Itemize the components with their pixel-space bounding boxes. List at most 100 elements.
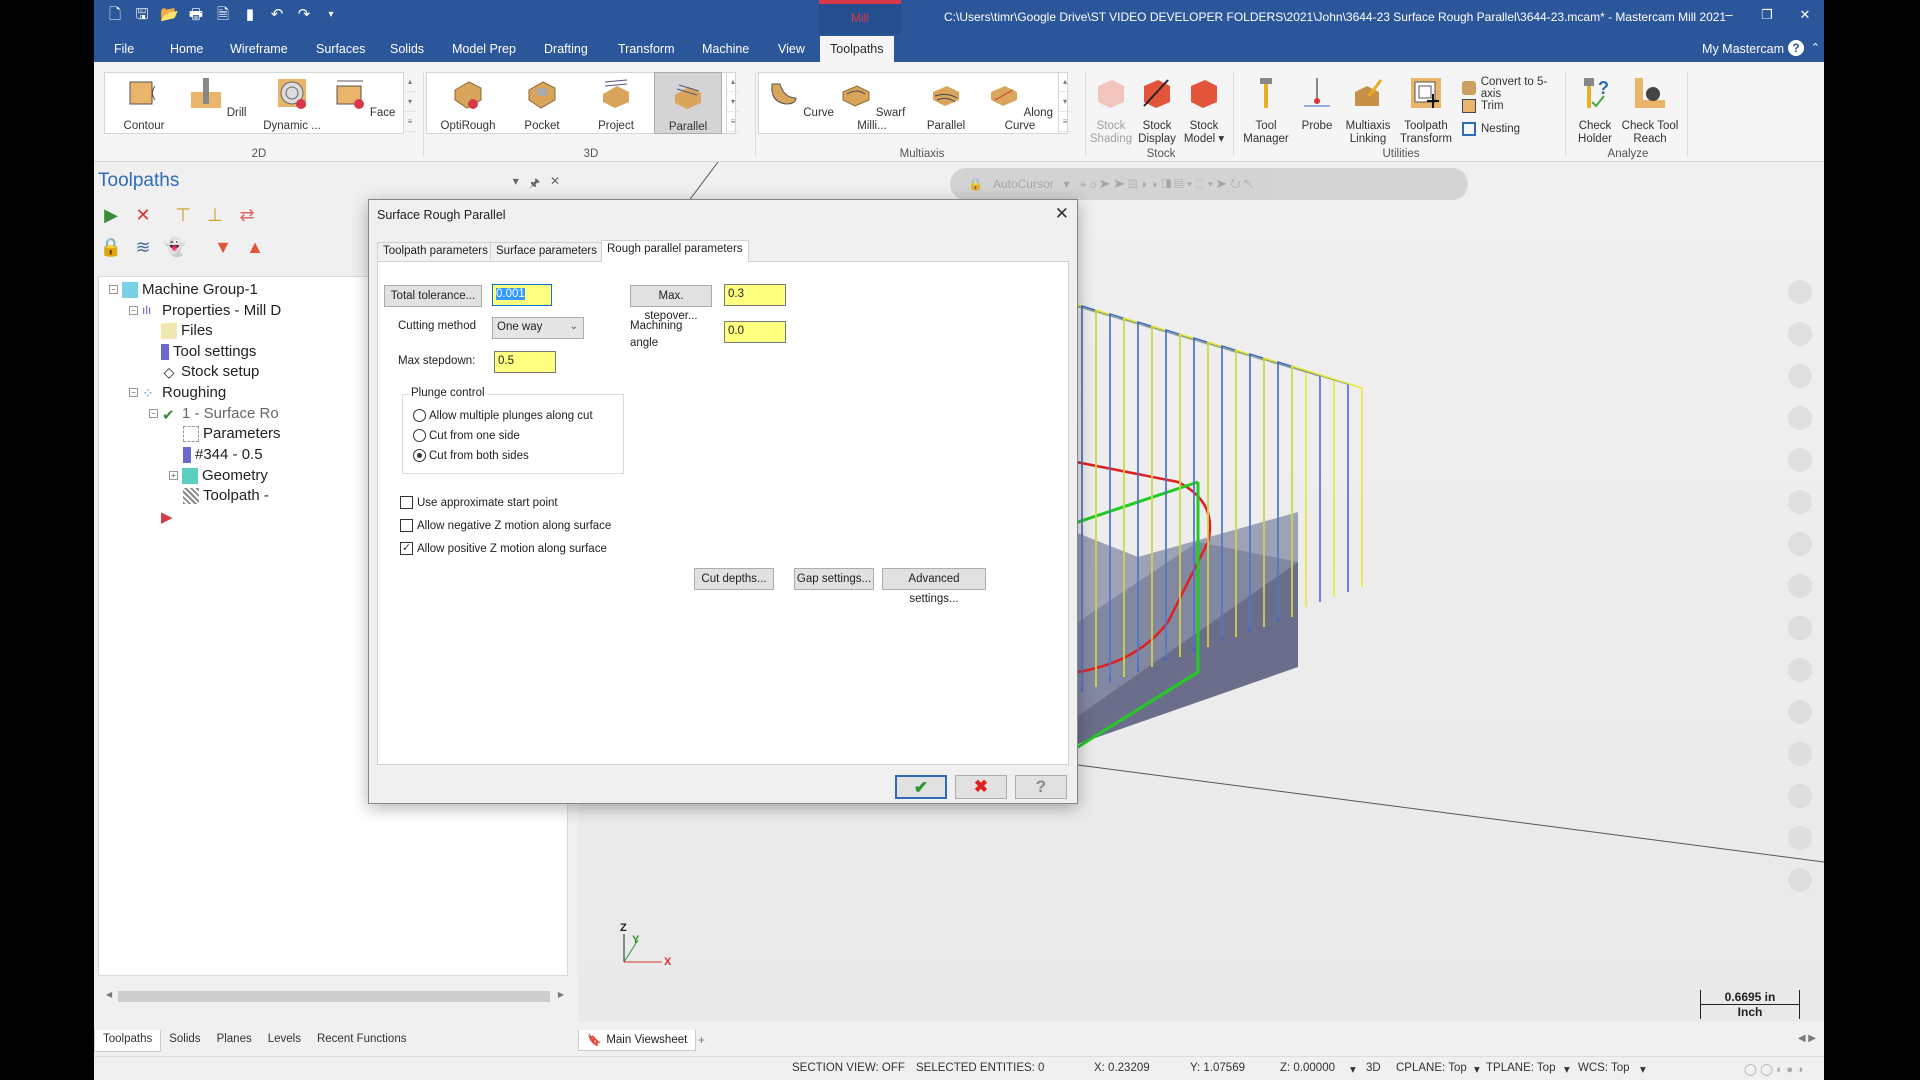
chevron-down-icon[interactable]: ▾	[1564, 1062, 1570, 1076]
contour-button[interactable]: Contour	[110, 74, 178, 133]
autocursor-dropdown[interactable]: AutoCursor	[993, 177, 1054, 191]
expand-icon[interactable]: +	[169, 471, 178, 480]
parallel-multiaxis-button[interactable]: Parallel	[912, 74, 980, 133]
layers-icon[interactable]	[1788, 742, 1812, 766]
panel-close-icon[interactable]: ✕	[550, 174, 560, 195]
manager-tab-toolpaths[interactable]: Toolpaths	[94, 1030, 162, 1052]
viewsheet-scroll-arrows[interactable]: ◀ ▶	[1798, 1033, 1816, 1044]
tree-node-machine-group[interactable]: − Machine Group-1	[109, 281, 258, 298]
customize-icon[interactable]: ▾	[322, 6, 340, 24]
radio-button[interactable]	[413, 409, 426, 422]
section-icon[interactable]	[1788, 658, 1812, 682]
zoom-in-icon[interactable]	[1788, 280, 1812, 304]
restore-button[interactable]: ❐	[1748, 0, 1786, 34]
help-icon[interactable]: ?	[1788, 40, 1804, 56]
minimize-button[interactable]: –	[1710, 0, 1748, 34]
tab-rough-parallel-parameters[interactable]: Rough parallel parameters	[601, 240, 749, 262]
redo-icon[interactable]: ↷	[295, 6, 313, 24]
tab-toolpaths[interactable]: Toolpaths	[820, 36, 894, 62]
cancel-button[interactable]: ✖	[955, 775, 1007, 799]
save-as-icon[interactable]: 🗎	[214, 6, 232, 24]
wire-icon[interactable]	[1788, 616, 1812, 640]
save-icon[interactable]: 🖫	[133, 6, 151, 24]
display-mode-icons[interactable]: ◯ ◯ ◐ ● ◑	[1744, 1062, 1803, 1076]
pin-icon[interactable]: 🖈	[529, 174, 540, 195]
manager-tab-levels[interactable]: Levels	[260, 1030, 309, 1052]
max-stepover-button[interactable]: Max. stepover...	[630, 285, 712, 322]
print-icon[interactable]: 🖶	[187, 6, 205, 24]
lock-icon[interactable]: 🔒	[98, 234, 124, 260]
add-viewsheet-button[interactable]: +	[698, 1033, 705, 1047]
radio-allow-multiple-plunges[interactable]: Allow multiple plunges along cut	[413, 409, 593, 422]
rotate-icon[interactable]	[1788, 364, 1812, 388]
tab-view[interactable]: View	[778, 42, 805, 56]
checkbox-negative-z-motion[interactable]: Allow negative Z motion along surface	[400, 519, 611, 532]
max-stepdown-input[interactable]: 0.5	[494, 351, 556, 373]
close-button[interactable]: ✕	[1786, 0, 1824, 34]
pan-icon[interactable]	[1788, 406, 1812, 430]
tree-node-tool-settings[interactable]: Tool settings	[161, 343, 256, 360]
tab-surfaces[interactable]: Surfaces	[316, 42, 365, 56]
tab-file[interactable]: File	[114, 42, 134, 56]
mode-3d-toggle[interactable]: 3D	[1366, 1062, 1381, 1074]
cut-depths-button[interactable]: Cut depths...	[694, 568, 774, 590]
along-curve-button[interactable]: Along Curve	[986, 74, 1054, 133]
tool-manager-button[interactable]: Tool Manager	[1238, 74, 1294, 146]
gallery-multiaxis-scroll[interactable]: ▴ ▾ ≡	[1058, 72, 1071, 134]
checkbox-checked[interactable]: ✓	[400, 542, 413, 555]
drill-button[interactable]: Drill	[184, 74, 252, 120]
gallery-2d-scroll[interactable]: ▴ ▾ ≡	[403, 72, 416, 134]
tree-node-geometry[interactable]: + Geometry	[169, 467, 268, 484]
total-tolerance-input[interactable]: 0.001	[492, 284, 552, 306]
manager-tab-solids[interactable]: Solids	[161, 1030, 208, 1052]
trim-button[interactable]: Trim	[1462, 99, 1504, 113]
nesting-button[interactable]: Nesting	[1462, 122, 1520, 136]
undo-icon[interactable]: ↶	[268, 6, 286, 24]
merge-icon[interactable]: ▮	[241, 6, 259, 24]
wcs-dropdown[interactable]: WCS: Top	[1578, 1062, 1630, 1074]
cutting-method-select[interactable]: One way ⌄	[492, 317, 584, 339]
toolpath-transform-button[interactable]: Toolpath Transform	[1396, 74, 1456, 146]
move-up-icon[interactable]: ▲	[242, 234, 268, 260]
checkbox[interactable]	[400, 496, 413, 509]
pocket-button[interactable]: Pocket	[508, 74, 576, 133]
scroll-thumb[interactable]	[118, 991, 550, 1002]
shade-icon[interactable]	[1788, 574, 1812, 598]
analyze-icon[interactable]	[1788, 532, 1812, 556]
ghost-icon[interactable]: 👻	[162, 234, 188, 260]
tree-horizontal-scrollbar[interactable]: ◀ ▶	[104, 988, 566, 1005]
manager-tab-planes[interactable]: Planes	[209, 1030, 260, 1052]
tree-node-roughing[interactable]: − ⁘ Roughing	[129, 384, 226, 401]
max-stepover-input[interactable]: 0.3	[724, 284, 786, 306]
light-icon[interactable]	[1788, 826, 1812, 850]
collapse-ribbon-icon[interactable]: ⌃	[1811, 41, 1820, 54]
tree-node-files[interactable]: Files	[161, 322, 213, 339]
hide-icon[interactable]	[1788, 700, 1812, 724]
stock-display-button[interactable]: Stock Display	[1134, 74, 1180, 146]
check-holder-button[interactable]: ? Check Holder	[1570, 74, 1620, 146]
swarf-milling-button[interactable]: Swarf Milli...	[838, 74, 906, 133]
toggle-display-icon[interactable]: ≋	[130, 234, 156, 260]
tree-node-properties[interactable]: − ılı Properties - Mill D	[129, 302, 281, 319]
viewsheet-tab-main[interactable]: 🔖 Main Viewsheet	[578, 1030, 697, 1051]
radio-cut-from-both-sides[interactable]: Cut from both sides	[413, 449, 529, 462]
tab-surface-parameters[interactable]: Surface parameters	[490, 242, 603, 260]
chevron-down-icon[interactable]: ▾	[1640, 1062, 1646, 1076]
checkbox-positive-z-motion[interactable]: ✓ Allow positive Z motion along surface	[400, 542, 607, 555]
lock-selection-icon[interactable]: 🔒	[968, 177, 983, 191]
tab-home[interactable]: Home	[170, 42, 203, 56]
chevron-down-icon[interactable]: ▾	[1350, 1062, 1356, 1076]
panel-menu-icon[interactable]: ▾	[513, 174, 519, 195]
tab-transform[interactable]: Transform	[618, 42, 675, 56]
multiaxis-linking-button[interactable]: Multiaxis Linking	[1340, 74, 1396, 146]
check-tool-reach-button[interactable]: Check Tool Reach	[1620, 74, 1680, 146]
tab-solids[interactable]: Solids	[390, 42, 424, 56]
tplane-dropdown[interactable]: TPLANE: Top	[1486, 1062, 1555, 1074]
levels-icon[interactable]	[1788, 784, 1812, 808]
help-button[interactable]: ?	[1015, 775, 1067, 799]
tab-drafting[interactable]: Drafting	[544, 42, 588, 56]
radio-cut-from-one-side[interactable]: Cut from one side	[413, 429, 520, 442]
tree-node-stock-setup[interactable]: ◇ Stock setup	[161, 363, 260, 380]
parallel-3d-button[interactable]: Parallel	[654, 72, 722, 134]
fit-icon[interactable]	[1788, 322, 1812, 346]
